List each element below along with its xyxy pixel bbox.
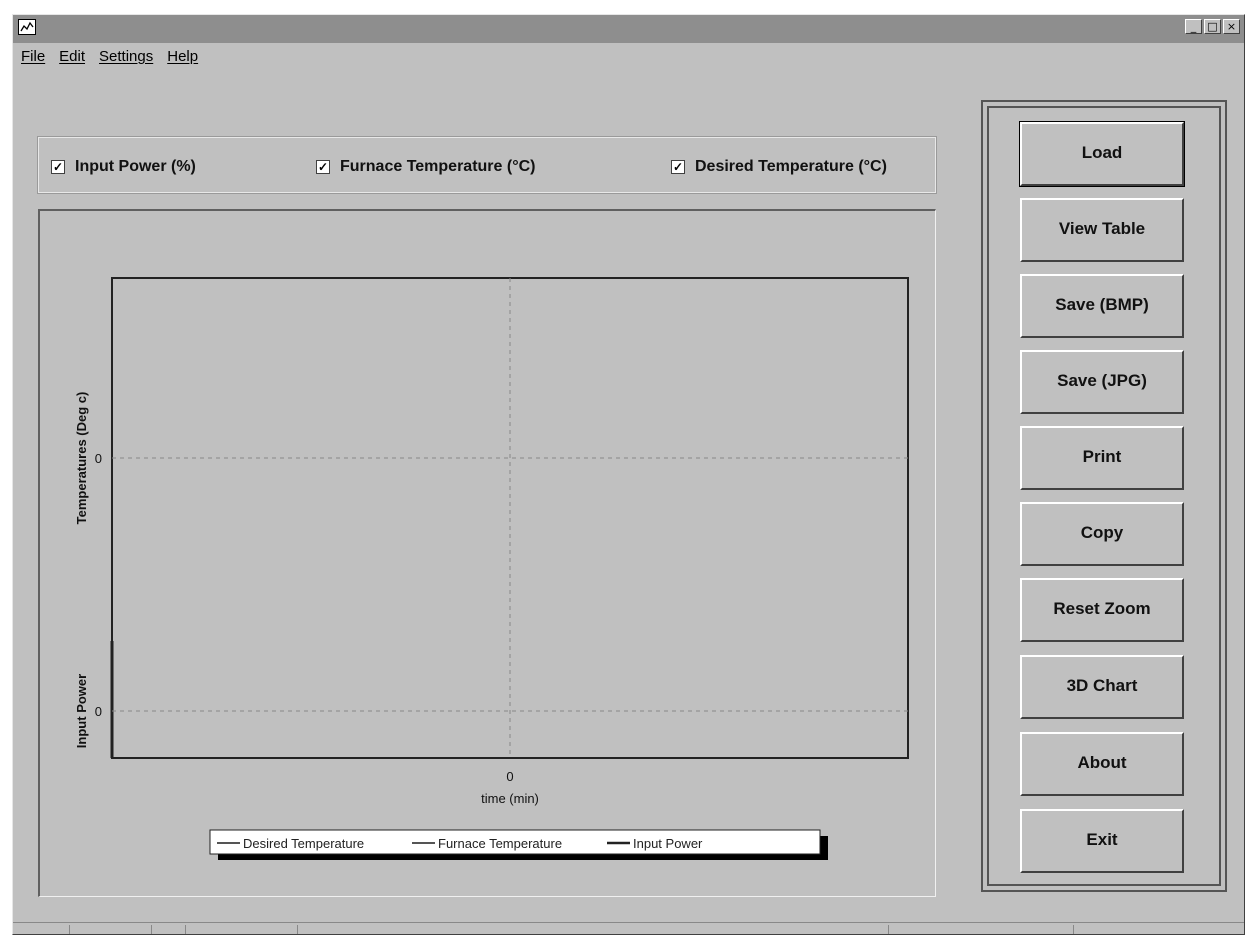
title-bar[interactable]: _ □ × [13,15,1244,43]
status-bar [13,922,1244,934]
status-divider [888,925,889,934]
toggle-desired-temperature[interactable]: ✓ Desired Temperature (°C) [671,157,887,177]
chart-svg[interactable]: 0 0 0 time (min) Temperatures (Deg c) In… [40,211,934,895]
status-divider [151,925,152,934]
chart-app-icon[interactable] [18,19,36,35]
menu-help[interactable]: Help [167,48,198,68]
toggle-furnace-temperature-label: Furnace Temperature (°C) [340,158,536,175]
y-tick-lower: 0 [95,704,102,719]
exit-button[interactable]: Exit [1020,809,1184,873]
x-axis-label: time (min) [481,791,539,806]
print-button[interactable]: Print [1020,426,1184,490]
view-table-button[interactable]: View Table [1020,198,1184,262]
chart-panel[interactable]: 0 0 0 time (min) Temperatures (Deg c) In… [38,209,936,897]
load-button[interactable]: Load [1019,121,1185,187]
about-button[interactable]: About [1020,732,1184,796]
y-axis-label-lower: Input Power [74,674,89,748]
legend-label-desired: Desired Temperature [243,836,364,851]
checkbox-desired-temperature[interactable]: ✓ [671,160,685,174]
minimize-button[interactable]: _ [1185,19,1202,34]
toggle-input-power-label: Input Power (%) [75,158,196,175]
status-divider [69,925,70,934]
menu-edit[interactable]: Edit [59,48,85,68]
maximize-button[interactable]: □ [1204,19,1221,34]
3d-chart-button[interactable]: 3D Chart [1020,655,1184,719]
series-toggle-panel: ✓ Input Power (%) ✓ Furnace Temperature … [37,136,937,194]
close-button[interactable]: × [1223,19,1240,34]
reset-zoom-button[interactable]: Reset Zoom [1020,578,1184,642]
chart-legend: Desired Temperature Furnace Temperature … [209,829,828,860]
checkbox-furnace-temperature[interactable]: ✓ [316,160,330,174]
menu-file[interactable]: File [21,48,45,68]
toggle-furnace-temperature[interactable]: ✓ Furnace Temperature (°C) [316,157,535,177]
status-divider [297,925,298,934]
legend-label-furnace: Furnace Temperature [438,836,562,851]
toggle-desired-temperature-label: Desired Temperature (°C) [695,158,887,175]
copy-button[interactable]: Copy [1020,502,1184,566]
menu-bar: File Edit Settings Help [21,48,198,68]
status-divider [1073,925,1074,934]
status-divider [185,925,186,934]
checkbox-input-power[interactable]: ✓ [51,160,65,174]
toggle-input-power[interactable]: ✓ Input Power (%) [51,157,196,177]
menu-settings[interactable]: Settings [99,48,153,68]
app-window: _ □ × File Edit Settings Help ✓ Input Po… [12,14,1245,935]
legend-label-input-power: Input Power [633,836,703,851]
x-tick: 0 [506,769,513,784]
y-tick-upper: 0 [95,451,102,466]
save-bmp-button[interactable]: Save (BMP) [1020,274,1184,338]
save-jpg-button[interactable]: Save (JPG) [1020,350,1184,414]
y-axis-label-upper: Temperatures (Deg c) [74,392,89,525]
